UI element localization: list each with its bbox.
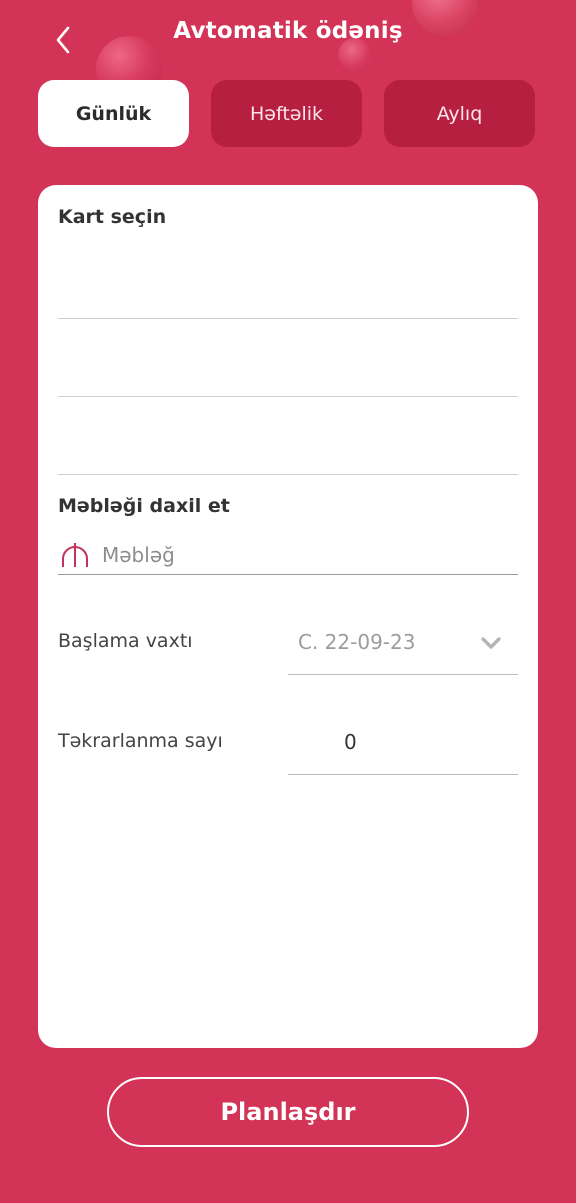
start-time-value: C. 22-09-23 [298,630,416,654]
manat-icon [62,543,88,567]
card-option[interactable] [58,242,518,318]
amount-label: Məbləği daxil et [58,495,230,517]
tab-monthly[interactable]: Aylıq [384,80,535,147]
amount-field[interactable] [58,537,518,575]
tab-weekly[interactable]: Həftəlik [211,80,362,147]
repeat-count-label: Təkrarlanma sayı [58,730,223,752]
card-option[interactable] [58,319,518,395]
schedule-button[interactable]: Planlaşdır [107,1077,469,1147]
card-option[interactable] [58,397,518,473]
chevron-down-icon [481,637,501,649]
start-time-label: Başlama vaxtı [58,630,193,652]
payment-form-card: Kart seçin Məbləği daxil et Başlama vaxt… [38,185,538,1048]
card-select-label: Kart seçin [58,206,167,228]
field-underline [288,674,518,675]
tab-daily[interactable]: Günlük [38,80,189,147]
amount-underline [58,574,518,575]
amount-input[interactable] [102,541,502,569]
repeat-count-input[interactable]: 0 [288,721,518,775]
field-underline [288,774,518,775]
divider [58,474,518,475]
repeat-count-value: 0 [344,730,357,754]
screen: Avtomatik ödəniş Günlük Həftəlik Aylıq K… [0,0,576,1203]
start-time-dropdown[interactable]: C. 22-09-23 [288,621,518,675]
page-title: Avtomatik ödəniş [173,18,403,44]
